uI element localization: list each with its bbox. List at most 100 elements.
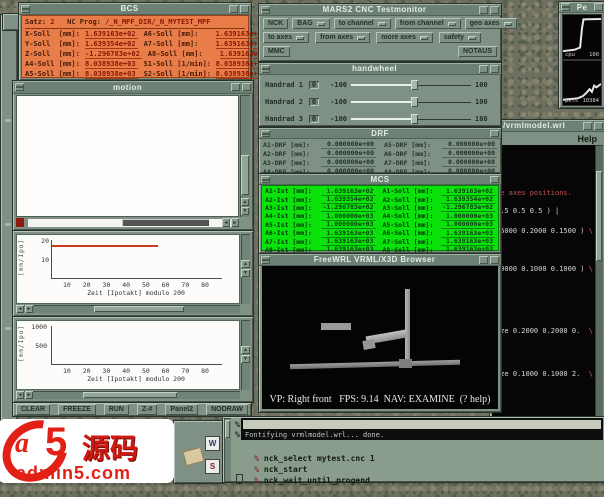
plot2-canvas[interactable]: [mm/Ipo] 1000 500 10 20 30 40 50 60 70 80 Zeit … <box>16 320 240 390</box>
window-minimize-icon[interactable] <box>583 121 592 130</box>
menu-nck[interactable]: NCK <box>263 18 289 29</box>
desktop-icon-s[interactable]: S <box>205 459 220 474</box>
plot1-vscrollbar[interactable]: ▲ ▼ <box>241 234 250 304</box>
panel2-button[interactable]: Panel2 <box>165 404 199 415</box>
window-maximize-icon[interactable] <box>490 129 499 137</box>
motion-canvas[interactable] <box>16 95 239 217</box>
clear-button[interactable]: CLEAR <box>16 404 51 415</box>
window-minimize-icon[interactable] <box>231 83 240 91</box>
menu-to-channel[interactable]: to channel <box>333 18 391 29</box>
bcs-titlebar[interactable]: BCS <box>19 3 251 15</box>
freeze-button[interactable]: FREEZE <box>58 404 96 415</box>
scroll-down-icon[interactable]: ▼ <box>241 207 249 215</box>
motion-vscrollbar[interactable]: ▲ ▼ <box>240 95 250 217</box>
mcs-titlebar[interactable]: MCS <box>259 174 501 185</box>
window-maximize-icon[interactable] <box>490 175 499 183</box>
scrollbar-thumb[interactable] <box>122 219 210 226</box>
axis-label: A1-Soll [mm]: <box>382 187 434 196</box>
window-maximize-icon[interactable] <box>490 5 499 14</box>
window-menu-icon[interactable] <box>261 175 270 183</box>
scrollbar-thumb[interactable] <box>83 392 178 398</box>
plot1-hscrollbar[interactable]: ◄ ► <box>16 305 240 313</box>
slider-handle[interactable] <box>411 79 418 90</box>
scrollbar-thumb[interactable] <box>241 155 249 195</box>
menu-more-axes[interactable]: more axes <box>376 32 433 43</box>
window-minimize-icon[interactable] <box>479 5 488 14</box>
menu-to-axes[interactable]: to axes <box>263 32 310 43</box>
scroll-right-icon[interactable]: ► <box>25 391 33 399</box>
plot2-hscrollbar[interactable]: ◄ ► <box>16 391 240 399</box>
plot1-canvas[interactable]: [mm/Ipo] 20 10 10 20 30 40 50 60 70 80 Zeit [Ip… <box>16 234 240 304</box>
menu-bag[interactable]: BAG <box>292 18 330 29</box>
perfmeter-titlebar[interactable]: Pe <box>559 2 604 13</box>
window-maximize-icon[interactable] <box>594 3 603 11</box>
notaus-button[interactable]: NOTAUS <box>457 46 497 57</box>
window-menu-icon[interactable] <box>261 129 270 137</box>
window-minimize-icon[interactable] <box>229 4 238 13</box>
menu-help[interactable]: Help <box>577 134 603 144</box>
mmc-button[interactable]: MMC <box>263 46 290 57</box>
window-maximize-icon[interactable] <box>242 83 251 91</box>
window-minimize-icon[interactable] <box>479 64 488 73</box>
menu-from-channel[interactable]: from channel <box>394 18 461 29</box>
menu-from-axes[interactable]: from axes <box>315 32 371 43</box>
motion-titlebar[interactable]: motion <box>13 81 253 94</box>
motion-hscrollbar[interactable]: ◄ ► <box>27 218 239 227</box>
slider-handle[interactable] <box>411 113 418 124</box>
scroll-up-icon[interactable]: ▲ <box>241 198 249 206</box>
freewrl-titlebar[interactable]: FreeWRL VRML/X3D Browser <box>259 254 501 266</box>
scrollbar-thumb[interactable] <box>596 171 602 261</box>
strip-tick <box>5 223 11 226</box>
window-maximize-icon[interactable] <box>594 121 603 130</box>
window-menu-icon[interactable] <box>561 3 570 11</box>
scroll-right-icon[interactable]: ► <box>25 305 33 313</box>
slider-max-label: 100 <box>475 114 488 123</box>
editor-scrollbar[interactable] <box>595 145 603 419</box>
handwheel-slider-1[interactable] <box>351 79 471 91</box>
handwheel-slider-3[interactable] <box>351 113 471 125</box>
window-minimize-icon[interactable] <box>479 255 488 264</box>
testmonitor-titlebar[interactable]: MARS2 CNC Testmonitor <box>259 4 501 16</box>
slider-handle[interactable] <box>411 96 418 107</box>
terminal-scrollbar[interactable] <box>224 418 231 481</box>
window-menu-icon[interactable] <box>261 255 270 264</box>
editor-text-area[interactable]: he axes positions. 0.5 0.5 0.5 ) | .5000… <box>492 145 595 419</box>
window-maximize-icon[interactable] <box>490 255 499 264</box>
handwheel-slider-2[interactable] <box>351 96 471 108</box>
run-button[interactable]: RUN <box>103 404 129 415</box>
vrml-viewport[interactable]: VP: Right front FPS: 9.14 NAV: EXAMINE (… <box>262 266 498 409</box>
scroll-down-icon[interactable]: ▼ <box>241 269 250 277</box>
editor-titlebar[interactable]: ds/vrmlmodel.wrl <box>490 120 604 132</box>
window-maximize-icon[interactable] <box>240 4 249 13</box>
plot2-vscrollbar[interactable]: ▲ ▼ <box>241 320 250 390</box>
scroll-left-icon[interactable]: ◄ <box>16 305 24 313</box>
drf-title: DRF <box>371 128 389 138</box>
plot2-ytick-1000: 1000 <box>31 323 47 331</box>
desktop-icon-w[interactable]: W <box>205 436 220 451</box>
scroll-right-icon[interactable]: ► <box>231 218 239 227</box>
window-menu-icon[interactable] <box>15 83 24 91</box>
scroll-down-icon[interactable]: ▼ <box>241 355 250 363</box>
menu-geo-axes[interactable]: geo axes <box>464 18 517 29</box>
menu-indicator-icon <box>468 35 477 40</box>
drf-titlebar[interactable]: DRF <box>259 128 501 139</box>
scroll-up-icon[interactable]: ▲ <box>241 346 250 354</box>
scroll-left-icon[interactable]: ◄ <box>222 218 230 227</box>
menu-safety[interactable]: safety <box>438 32 482 43</box>
z-button[interactable]: Z-# <box>136 404 158 415</box>
scrollbar-thumb[interactable] <box>94 306 184 312</box>
scroll-up-icon[interactable]: ▲ <box>241 260 250 268</box>
scrollbar-thumb[interactable] <box>225 420 230 438</box>
window-menu-icon[interactable] <box>261 5 270 14</box>
package-icon[interactable] <box>182 446 205 467</box>
nodraw-button[interactable]: NODRAW <box>206 404 248 415</box>
window-menu-icon[interactable] <box>261 64 270 73</box>
xemacs-modeline[interactable]: -----XEmacs: vrmlmodel.wrl (VRML PC Font… <box>243 420 601 429</box>
window-menu-icon[interactable] <box>21 4 30 13</box>
scroll-left-icon[interactable]: ◄ <box>16 391 24 399</box>
drf-window: DRF A1-DRF [mm]: 0.000000e+00 A5-DRF [mm]… <box>258 127 502 176</box>
window-maximize-icon[interactable] <box>490 64 499 73</box>
handwheel-titlebar[interactable]: handwheel <box>259 63 501 75</box>
axis-value: 0.000000e+00 <box>442 158 497 167</box>
terminal-window[interactable]: % nc % nc -----XEmacs: vrmlmodel.wrl (VR… <box>222 416 604 485</box>
